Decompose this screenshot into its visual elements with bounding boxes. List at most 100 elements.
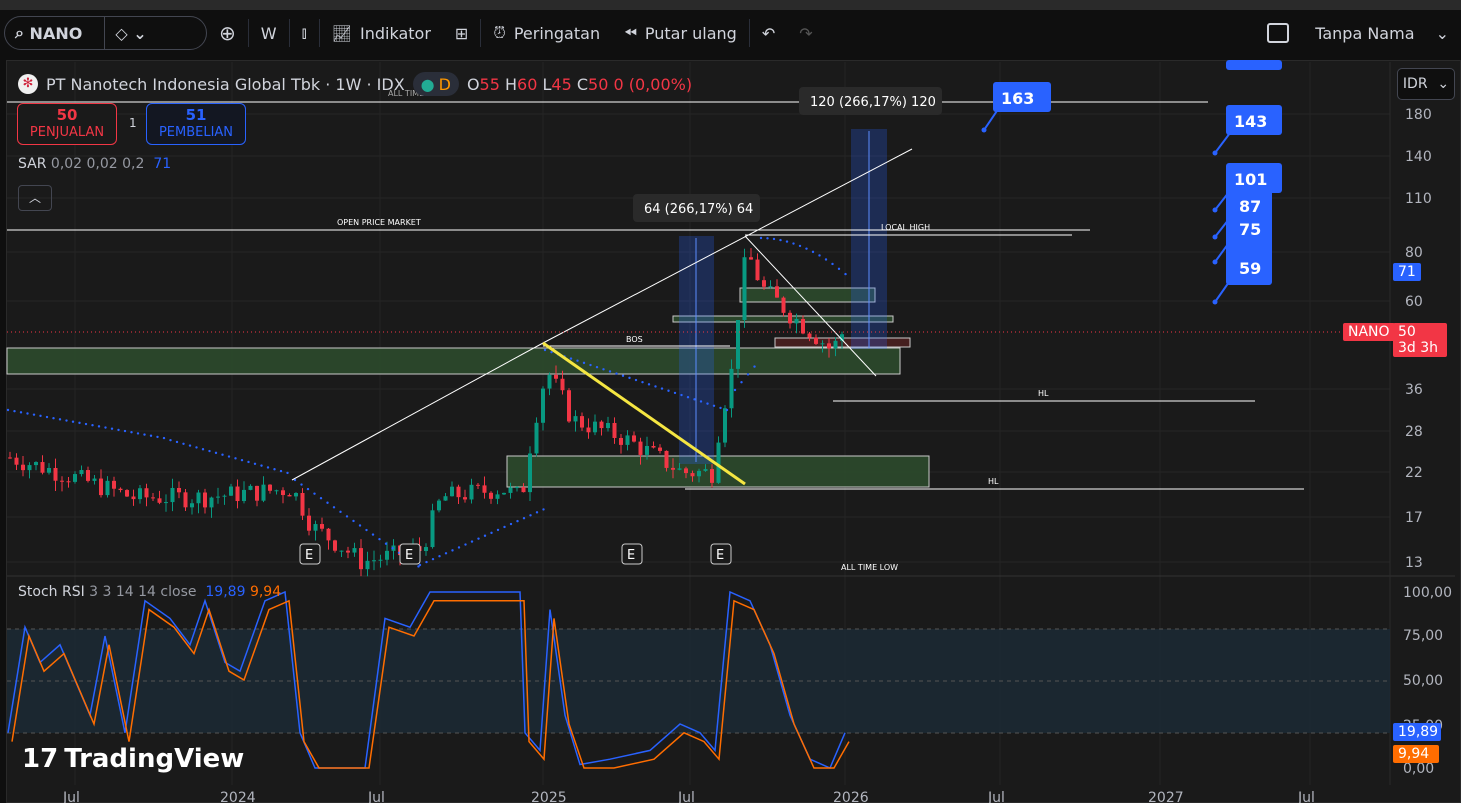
last-price-tag: 50 3d 3h (1393, 323, 1447, 357)
candle-body (242, 489, 246, 502)
symbol-price-tag: NANO (1343, 323, 1395, 341)
candle-body (157, 498, 162, 503)
callout-anchor (1212, 207, 1218, 213)
sar-dot (91, 424, 94, 427)
sar-dot (300, 483, 303, 486)
price-tick-label: 17 (1405, 510, 1423, 526)
candle-body (489, 492, 493, 499)
sar-dot (149, 434, 153, 437)
sar-dot (542, 508, 545, 511)
candle-body (560, 378, 565, 391)
sell-button[interactable]: 50 PENJUALAN (17, 103, 117, 145)
sar-dot (719, 406, 722, 410)
candle-body (222, 495, 227, 497)
candle-body (645, 445, 649, 455)
chart-legend: ✻ PT Nanotech Indonesia Global Tbk · 1W … (18, 72, 692, 96)
sar-dot (221, 453, 224, 456)
candle-body (27, 465, 32, 471)
collapse-legend-button[interactable]: ︿ (18, 185, 52, 211)
candle-body (281, 490, 285, 496)
sar-dot (779, 238, 782, 242)
candle-body (183, 492, 188, 508)
time-tick-label: 2024 (220, 790, 256, 803)
sar-dot (104, 426, 107, 429)
sar-dot (712, 404, 716, 407)
sar-dot (576, 359, 579, 362)
candle-body (794, 318, 799, 324)
candle-body (541, 388, 545, 423)
candle-body (606, 422, 610, 429)
sar-legend[interactable]: SAR 0,02 0,02 0,2 71 (18, 156, 171, 172)
sar-dot (240, 458, 244, 462)
sar-dot (785, 240, 789, 243)
candle-body (593, 421, 597, 433)
candle-body (359, 548, 363, 570)
candle-body (469, 484, 474, 500)
candle-body (164, 502, 168, 504)
sar-dot (182, 442, 185, 445)
market-status-badge[interactable]: ● D (412, 72, 459, 96)
sar-dot (522, 517, 526, 520)
candle-body (287, 495, 292, 497)
sar-dot (110, 427, 114, 430)
candle-body (723, 408, 727, 443)
candle-body (755, 259, 760, 281)
candle-body (580, 416, 584, 428)
sar-dot (621, 374, 625, 377)
sar-dot (253, 462, 257, 465)
sar-dot (746, 373, 750, 376)
sar-dot (451, 549, 454, 552)
candle-body (742, 257, 747, 320)
candle-body (235, 486, 240, 502)
sar-dot (266, 466, 270, 469)
sar-price-tag: 71 (1393, 263, 1421, 281)
sar-dot (647, 383, 651, 386)
callout-bubble (1226, 60, 1282, 70)
candle-body (573, 416, 578, 422)
sar-dot (831, 262, 834, 266)
bos-label: BOS (626, 335, 643, 344)
sar-dot (195, 446, 198, 449)
candle-body (684, 468, 688, 474)
candle-body (300, 493, 305, 516)
time-tick-label: 2025 (531, 790, 567, 803)
candle-body (690, 473, 695, 477)
tradingview-logo[interactable]: 𝟭𝟳 TradingView (22, 744, 244, 774)
candle-body (768, 286, 773, 288)
earnings-label: E (627, 548, 635, 563)
candle-body (736, 319, 740, 369)
candle-body (53, 468, 58, 481)
sar-dot (634, 378, 638, 382)
sar-dot (516, 519, 519, 523)
candle-body (86, 470, 90, 481)
candle-body (833, 340, 838, 349)
sar-dot (45, 415, 49, 419)
price-tick-label: 180 (1405, 107, 1432, 123)
sar-dot (418, 563, 422, 567)
candle-body (60, 480, 64, 482)
candle-body (8, 457, 12, 459)
price-tick-label: 28 (1405, 424, 1423, 440)
candle-body (196, 492, 201, 504)
sar-dot (365, 528, 368, 532)
sar-dot (589, 363, 592, 367)
tv-logo-icon: 𝟭𝟳 (22, 744, 59, 774)
sar-dot (805, 247, 808, 250)
buy-button[interactable]: 51 PEMBELIAN (146, 103, 246, 145)
sar-dot (58, 418, 62, 421)
stoch-tick-label: 100,00 (1403, 585, 1452, 601)
sar-dot (313, 492, 316, 495)
sar-dot (602, 368, 605, 371)
price-tick-label: 110 (1405, 191, 1432, 207)
candle-body (92, 478, 97, 481)
candle-body (521, 487, 526, 493)
sar-dot (496, 528, 500, 532)
currency-select[interactable]: IDR ⌄ (1397, 68, 1455, 100)
time-tick-label: Jul (987, 790, 1005, 803)
stoch-tick-label: 75,00 (1403, 628, 1443, 644)
sar-dot (706, 402, 709, 405)
stoch-rsi-legend[interactable]: Stoch RSI 3 3 14 14 close 19,89 9,94 (18, 584, 281, 600)
hl-label: HL (988, 477, 999, 486)
candle-body (677, 468, 682, 470)
sar-dot (615, 372, 618, 375)
